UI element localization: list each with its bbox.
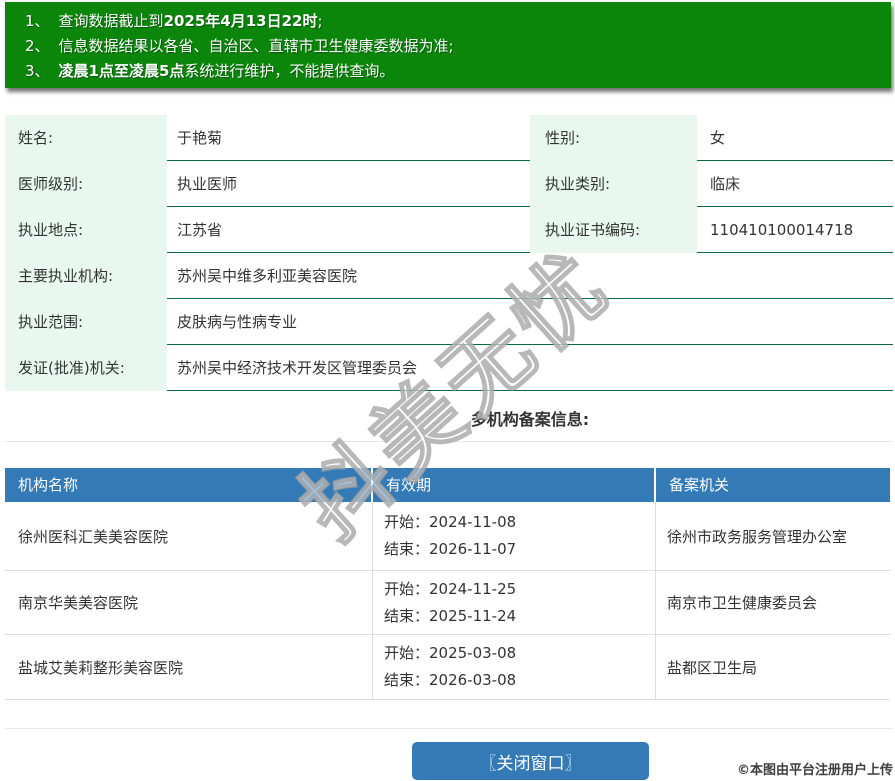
multi-org-table: 机构名称 有效期 备案机关 徐州医科汇美美容医院 开始：2024-11-08 结… (5, 468, 890, 700)
org-name-cell: 盐城艾美莉整形美容医院 (5, 635, 373, 699)
column-header-institution-name: 机构名称 (5, 468, 373, 502)
authority-cell: 南京市卫生健康委员会 (667, 594, 818, 612)
table-header-row: 机构名称 有效期 备案机关 (5, 468, 890, 502)
field-label-name: 姓名: (5, 115, 167, 161)
notice-text: ; (317, 12, 323, 30)
table-row: 主要执业机构: 苏州吴中维多利亚美容医院 (5, 253, 893, 299)
field-value-practice-location: 江苏省 (177, 221, 223, 239)
field-value-practice-category: 临床 (710, 175, 741, 193)
table-row: 发证(批准)机关: 苏州吴中经济技术开发区管理委员会 (5, 345, 893, 391)
org-name-cell: 南京华美美容医院 (5, 571, 373, 634)
notice-text-bold: 2025年4月13日22时 (163, 12, 318, 30)
authority-cell: 盐都区卫生局 (667, 658, 758, 677)
notice-text: 系统进行维护，不能提供查询。 (184, 62, 395, 80)
field-value-gender: 女 (710, 129, 726, 147)
field-value-certificate-number: 110410100014718 (710, 221, 854, 239)
multi-org-section-title: 多机构备案信息: (470, 410, 590, 429)
divider (5, 441, 893, 442)
notice-line-2: 2、 信息数据结果以各省、自治区、直辖市卫生健康委数据为准; (25, 34, 881, 59)
table-row: 南京华美美容医院 开始：2024-11-25 结束：2025-11-24 南京市… (5, 571, 890, 635)
validity-cell: 开始：2024-11-08 结束：2026-11-07 (373, 502, 656, 570)
validity-start: 开始：2024-11-08 (384, 513, 517, 531)
field-value-practice-scope: 皮肤病与性病专业 (177, 313, 298, 331)
field-value-doctor-level: 执业医师 (177, 175, 238, 193)
notice-number: 2、 (25, 37, 50, 55)
validity-end: 结束：2026-03-08 (384, 671, 517, 689)
org-name-cell: 徐州医科汇美美容医院 (5, 502, 373, 570)
validity-end: 结束：2025-11-24 (384, 606, 517, 625)
validity-start: 开始：2025-03-08 (384, 644, 517, 662)
table-row: 姓名: 于艳菊 性别: 女 (5, 115, 893, 161)
notice-number: 1、 (25, 12, 50, 30)
table-row: 执业范围: 皮肤病与性病专业 (5, 299, 893, 345)
divider (5, 728, 893, 729)
doctor-info-table: 姓名: 于艳菊 性别: 女 医师级别: 执业医师 执业类别: 临床 执业地点: … (5, 115, 893, 391)
authority-cell: 徐州市政务服务管理办公室 (667, 527, 848, 546)
notice-line-1: 1、 查询数据截止到2025年4月13日22时; (25, 9, 881, 34)
notice-line-3: 3、 凌晨1点至凌晨5点系统进行维护，不能提供查询。 (25, 59, 881, 84)
field-label-certificate-number: 执业证书编码: (530, 207, 697, 253)
upload-credit: ©本图由平台注册用户上传 (736, 763, 893, 778)
table-row: 徐州医科汇美美容医院 开始：2024-11-08 结束：2026-11-07 徐… (5, 502, 890, 571)
notice-text: 查询数据截止到 (58, 12, 164, 30)
validity-cell: 开始：2024-11-25 结束：2025-11-24 (373, 571, 656, 634)
validity-start: 开始：2024-11-25 (384, 579, 517, 598)
field-value-name: 于艳菊 (177, 129, 223, 147)
column-header-validity-period: 有效期 (373, 468, 656, 502)
field-label-practice-location: 执业地点: (5, 207, 167, 253)
query-result-page: 1、 查询数据截止到2025年4月13日22时; 2、 信息数据结果以各省、自治区、… (0, 0, 895, 781)
table-row: 医师级别: 执业医师 执业类别: 临床 (5, 161, 893, 207)
table-row: 盐城艾美莉整形美容医院 开始：2025-03-08 结束：2026-03-08 … (5, 635, 890, 700)
validity-end: 结束：2026-11-07 (384, 540, 517, 558)
notice-number: 3、 (25, 62, 50, 80)
notice-text: 信息数据结果以各省、自治区、直辖市卫生健康委数据为准; (58, 37, 454, 55)
field-label-practice-category: 执业类别: (530, 161, 697, 207)
notice-banner: 1、 查询数据截止到2025年4月13日22时; 2、 信息数据结果以各省、自治区、… (5, 2, 891, 88)
field-value-issuing-authority: 苏州吴中经济技术开发区管理委员会 (177, 359, 418, 377)
field-label-doctor-level: 医师级别: (5, 161, 167, 207)
table-row: 执业地点: 江苏省 执业证书编码: 110410100014718 (5, 207, 893, 253)
notice-text-bold: 凌晨1点至凌晨5点 (58, 62, 185, 80)
field-value-main-institution: 苏州吴中维多利亚美容医院 (177, 267, 358, 285)
validity-cell: 开始：2025-03-08 结束：2026-03-08 (373, 635, 656, 699)
field-label-main-institution: 主要执业机构: (5, 253, 167, 299)
field-label-gender: 性别: (530, 115, 697, 161)
close-window-button[interactable]: 〖关闭窗口〗 (412, 742, 649, 780)
field-label-practice-scope: 执业范围: (5, 299, 167, 345)
column-header-filing-authority: 备案机关 (669, 476, 730, 494)
field-label-issuing-authority: 发证(批准)机关: (5, 345, 167, 391)
